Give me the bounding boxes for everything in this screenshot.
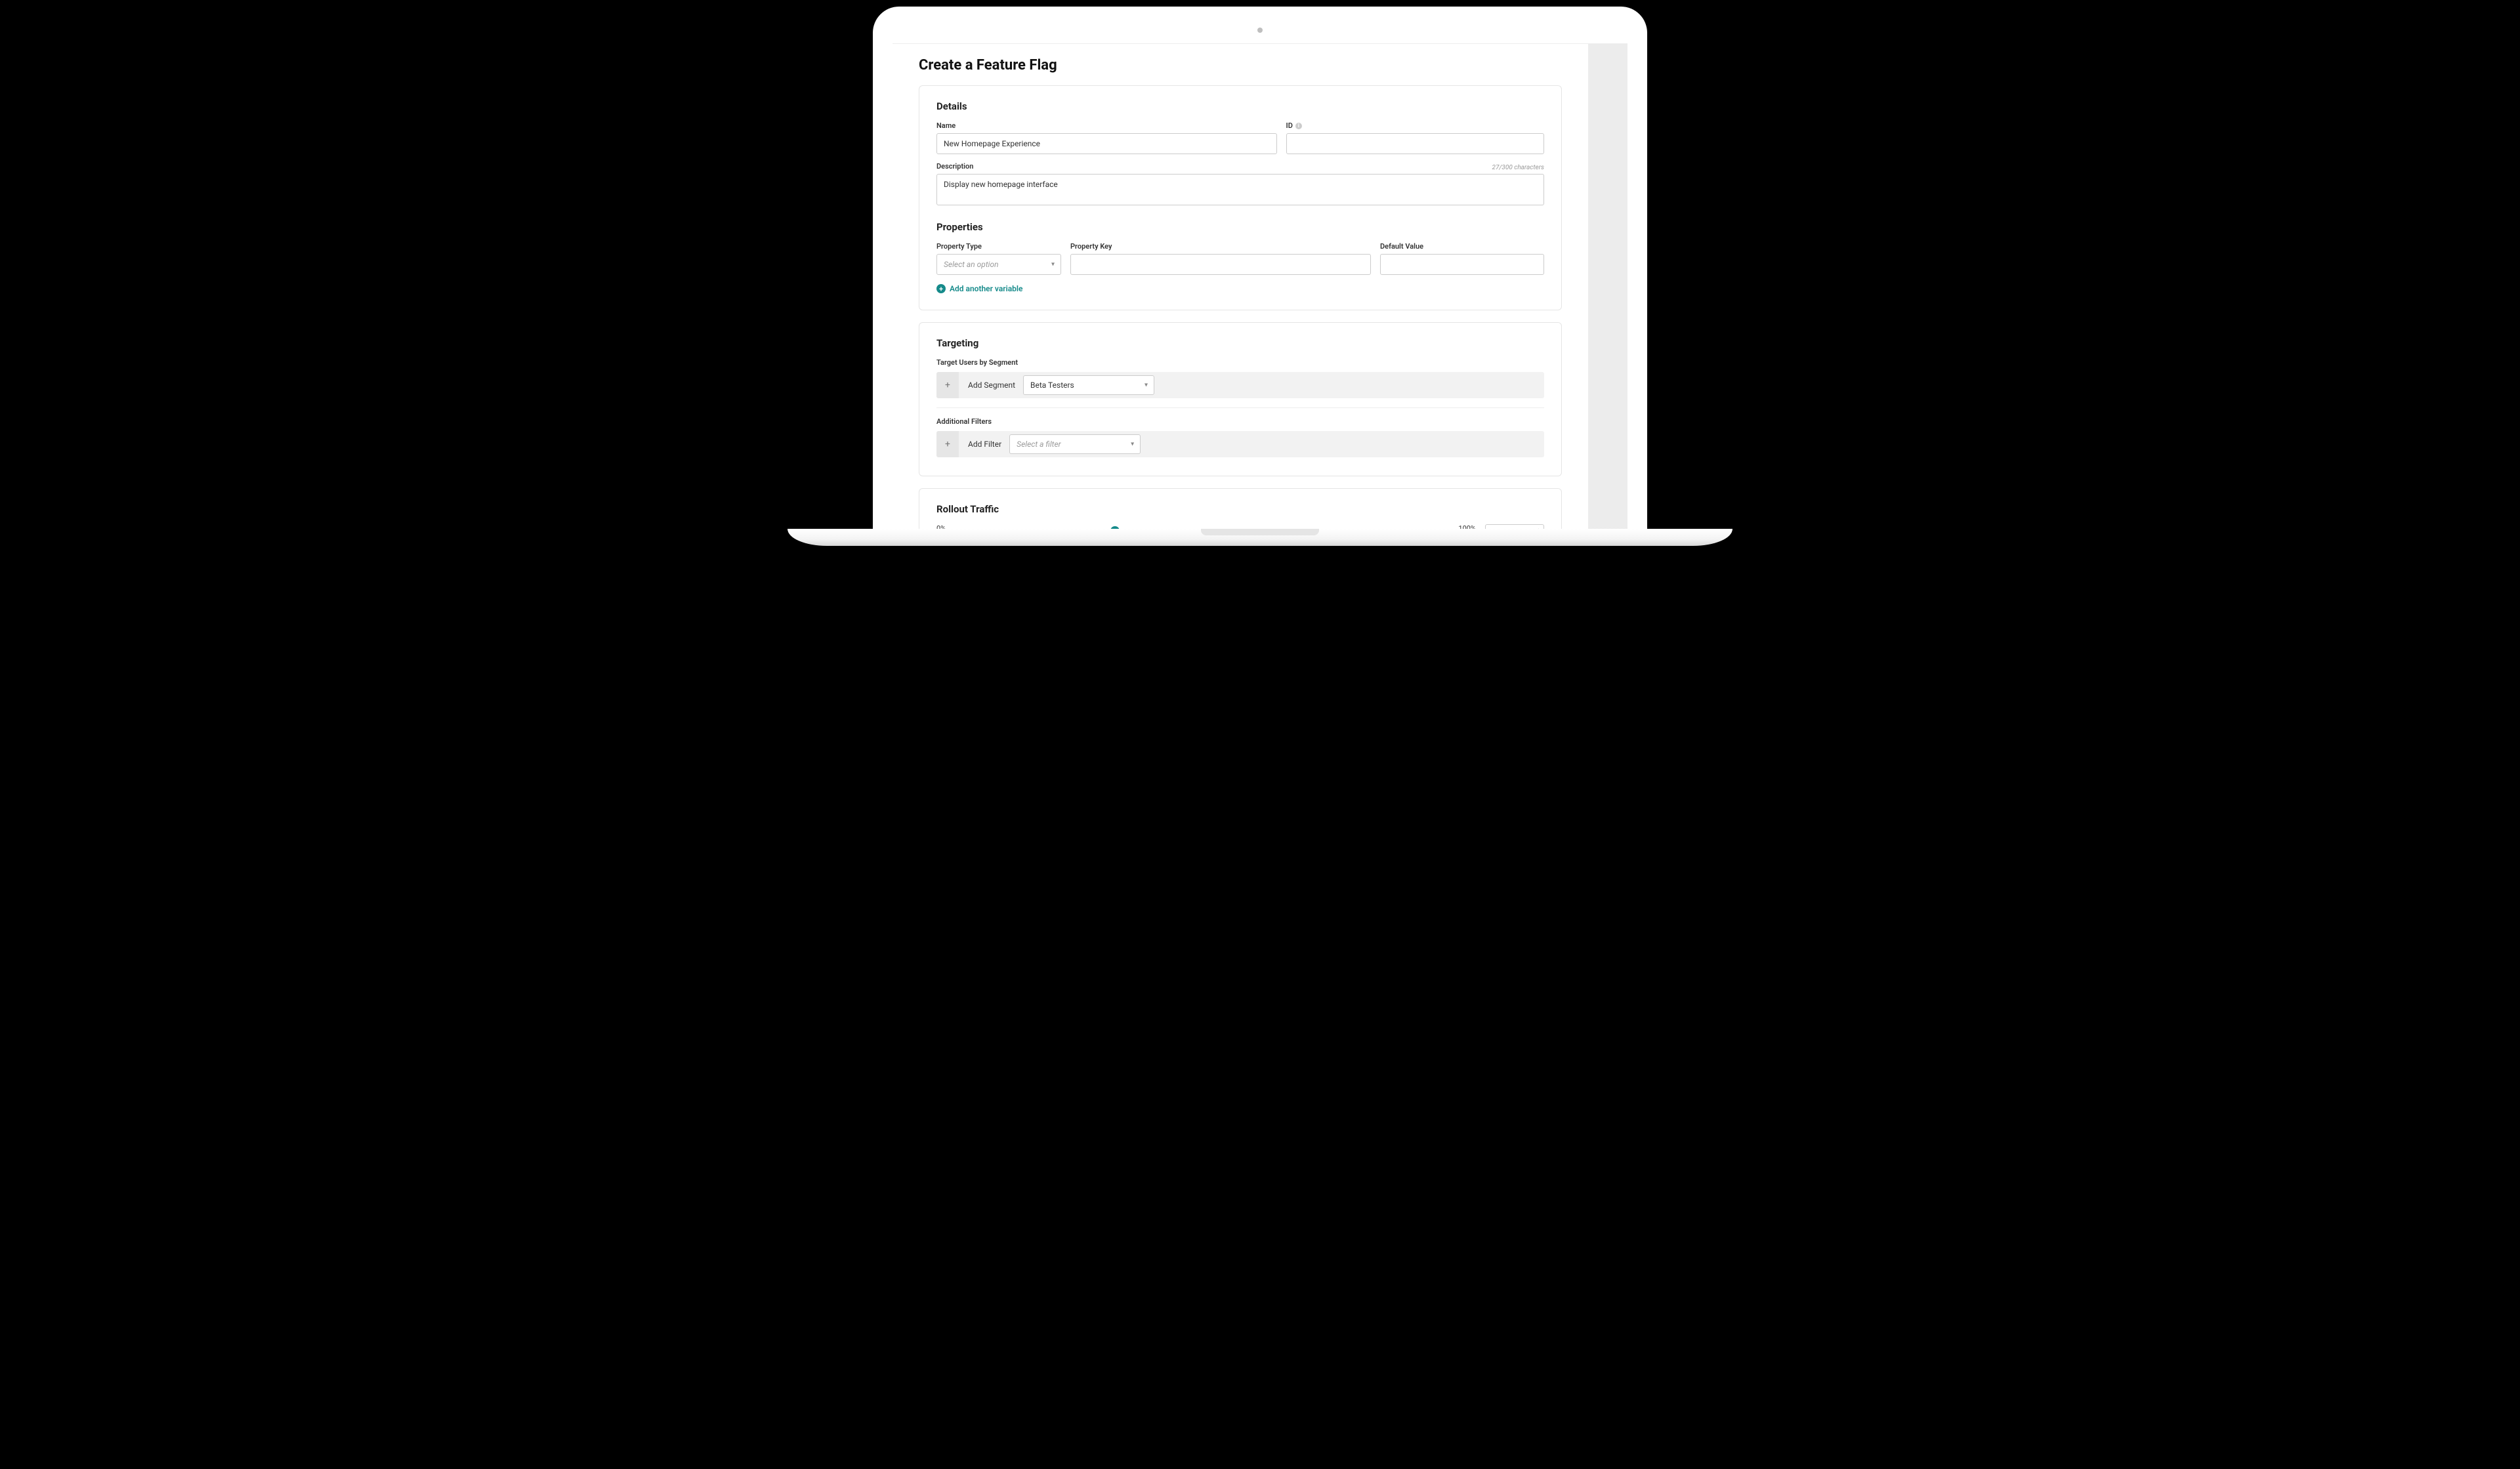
property-key-input[interactable]	[1070, 254, 1371, 275]
add-variable-label: Add another variable	[950, 284, 1023, 293]
default-value-input[interactable]	[1380, 254, 1544, 275]
info-icon[interactable]: i	[1295, 123, 1302, 129]
rollout-value-stepper[interactable]: 25% ▴ ▾	[1485, 524, 1544, 529]
property-type-select[interactable]: Select an option	[936, 254, 1061, 275]
laptop-base	[788, 529, 1732, 546]
name-input[interactable]	[936, 133, 1277, 154]
camera-dot	[1257, 28, 1263, 33]
rollout-heading: Rollout Traffic	[936, 503, 1544, 515]
page-content: Create a Feature Flag Details Name ID i	[892, 44, 1588, 529]
rollout-panel: Rollout Traffic 0% Off 100% Everyone	[919, 488, 1562, 529]
details-panel: Details Name ID i	[919, 85, 1562, 310]
add-variable-button[interactable]: + Add another variable	[936, 284, 1023, 293]
trackpad-notch	[1201, 529, 1319, 535]
segment-sub-label: Target Users by Segment	[936, 358, 1544, 367]
id-input[interactable]	[1286, 133, 1544, 154]
property-key-label: Property Key	[1070, 242, 1371, 251]
add-segment-plus-button[interactable]: +	[936, 372, 959, 398]
details-heading: Details	[936, 100, 1544, 112]
rollout-min: 0% Off	[936, 524, 946, 529]
add-filter-label: Add Filter	[959, 440, 1009, 449]
name-label: Name	[936, 121, 1277, 130]
description-input[interactable]	[936, 174, 1544, 205]
laptop-frame: Create a Feature Flag Details Name ID i	[873, 7, 1647, 529]
segment-select[interactable]: Beta Testers	[1023, 375, 1154, 395]
filter-builder-row: + Add Filter Select a filter ▾	[936, 431, 1544, 457]
property-type-label: Property Type	[936, 242, 1061, 251]
app-screen: Create a Feature Flag Details Name ID i	[892, 43, 1628, 529]
add-segment-label: Add Segment	[959, 381, 1023, 390]
description-label: Description	[936, 162, 973, 171]
page-title: Create a Feature Flag	[919, 57, 1562, 73]
divider	[936, 407, 1544, 408]
add-filter-plus-button[interactable]: +	[936, 431, 959, 457]
description-char-count: 27/300 characters	[1492, 164, 1544, 171]
rollout-min-pct: 0%	[936, 524, 946, 529]
segment-builder-row: + Add Segment Beta Testers ▾	[936, 372, 1544, 398]
targeting-panel: Targeting Target Users by Segment + Add …	[919, 322, 1562, 476]
filter-select[interactable]: Select a filter	[1009, 434, 1141, 454]
id-label: ID i	[1286, 121, 1544, 130]
rollout-max: 100% Everyone	[1450, 524, 1476, 529]
targeting-heading: Targeting	[936, 337, 1544, 349]
default-value-label: Default Value	[1380, 242, 1544, 251]
properties-heading: Properties	[936, 221, 1544, 233]
filters-sub-label: Additional Filters	[936, 417, 1544, 426]
scrollbar-region[interactable]	[1588, 44, 1628, 529]
rollout-max-pct: 100%	[1458, 524, 1476, 529]
plus-circle-icon: +	[936, 284, 946, 293]
